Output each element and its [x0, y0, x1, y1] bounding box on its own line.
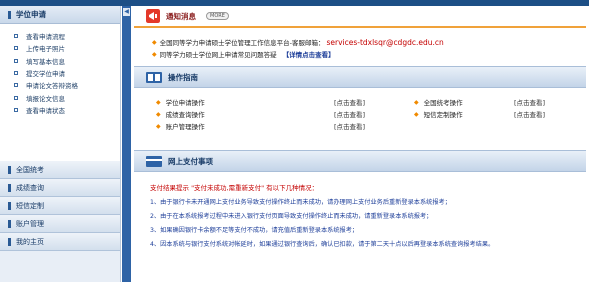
sidebar-subitem[interactable]: 填报论文信息: [0, 91, 120, 103]
bullet-icon: ◆: [156, 98, 161, 106]
guide-item-label: 全国统考操作: [423, 99, 463, 107]
square-bullet-icon: [14, 46, 18, 51]
view-link[interactable]: [点击查看]: [334, 121, 414, 131]
notice-title: 通知消息: [166, 11, 196, 21]
view-link[interactable]: [点击查看]: [334, 97, 414, 107]
bullet-icon: ◆: [156, 122, 161, 130]
sidebar-splitter[interactable]: ◀: [122, 6, 131, 282]
sidebar-subitem[interactable]: 查看申请流程: [0, 30, 120, 42]
sidebar: 学位申请 查看申请流程 上传电子照片 填写基本信息 提交学位申请 申请论文答辩资…: [0, 6, 121, 282]
view-link[interactable]: [点击查看]: [334, 109, 414, 119]
notice-text: 全国同等学力申请硕士学位管理工作信息平台-客服邮箱：: [159, 39, 325, 47]
bar-icon: [8, 165, 11, 174]
payment-section-header: 网上支付事项: [134, 150, 586, 172]
megaphone-icon: [146, 9, 160, 23]
sidebar-item-national-exam[interactable]: 全国统考: [0, 161, 120, 179]
card-icon: [146, 155, 162, 167]
payment-warning: 支付结果提示 "支付未成功,需重新支付" 有以下几种情况：: [150, 184, 319, 192]
bullet-icon: ◆: [414, 110, 419, 118]
bar-icon: [8, 201, 11, 210]
guide-list: ◆ 学位申请操作 [点击查看] ◆ 全国统考操作 [点击查看] ◆ 成绩查询操作 [点…: [134, 88, 586, 150]
sidebar-submenu: 查看申请流程 上传电子照片 填写基本信息 提交学位申请 申请论文答辩资格 填报论…: [0, 24, 120, 161]
sidebar-item-score-query[interactable]: 成绩查询: [0, 179, 120, 197]
sidebar-subitem[interactable]: 提交学位申请: [0, 67, 120, 79]
square-bullet-icon: [14, 58, 18, 63]
bar-icon: [8, 237, 11, 246]
sidebar-subitem-label: 申请论文答辩资格: [26, 82, 78, 91]
sidebar-subitem[interactable]: 上传电子照片: [0, 42, 120, 54]
bullet-icon: ◆: [156, 110, 161, 118]
sidebar-item-label: 全国统考: [16, 165, 44, 174]
more-button[interactable]: MORE: [206, 12, 229, 20]
sidebar-subitem-label: 提交学位申请: [26, 70, 65, 79]
guide-item-label: 成绩查询操作: [165, 111, 205, 119]
guide-item: ◆ 全国统考操作: [414, 97, 514, 108]
sidebar-item-account[interactable]: 账户管理: [0, 215, 120, 233]
sidebar-subitem-label: 查看申请状态: [26, 106, 65, 115]
payment-content: 支付结果提示 "支付未成功,需重新支付" 有以下几种情况： 1、由于银行卡未开通…: [134, 172, 586, 250]
square-bullet-icon: [14, 34, 18, 39]
guide-item: ◆ 学位申请操作: [156, 97, 334, 108]
sidebar-subitem[interactable]: 申请论文答辩资格: [0, 79, 120, 91]
faq-details-link[interactable]: 【详情点击查看】: [283, 49, 335, 59]
sidebar-item-label: 成绩查询: [16, 183, 44, 192]
guide-item-label: 账户管理操作: [165, 123, 205, 131]
guide-row: ◆ 账户管理操作 [点击查看]: [156, 120, 586, 132]
square-bullet-icon: [14, 107, 18, 112]
guide-item-label: 学位申请操作: [165, 99, 205, 107]
payment-item: 2、由于在本系统报考过程中未进入银行支付页面导致支付操作终止而未成功，请重新登录…: [150, 212, 433, 220]
guide-item: ◆ 成绩查询操作: [156, 109, 334, 120]
sidebar-subitem[interactable]: 查看申请状态: [0, 104, 120, 116]
sidebar-item-label: 账户管理: [16, 219, 44, 228]
payment-item: 4、因本系统与银行支付系统对帐延时，如果通过银行查询后，确认已扣款，请于第二天十…: [150, 240, 495, 248]
guide-item-label: 短信定制操作: [423, 111, 463, 119]
collapse-arrow-icon[interactable]: ◀: [123, 8, 130, 16]
sidebar-item-label: 短信定制: [16, 201, 44, 210]
sidebar-subitem-label: 填写基本信息: [26, 57, 65, 66]
view-link[interactable]: [点击查看]: [514, 97, 545, 107]
payment-title: 网上支付事项: [168, 156, 213, 166]
notice-content: ◆ 全国同等学力申请硕士学位管理工作信息平台-客服邮箱： services-td…: [134, 28, 586, 66]
payment-item: 1、由于银行卡未开通网上支付业务导致支付操作终止而未成功，请办理网上支付业务后重…: [150, 198, 451, 206]
notice-section-header: 通知消息 MORE: [134, 6, 586, 28]
sidebar-subitem[interactable]: 填写基本信息: [0, 55, 120, 67]
notice-line: ◆ 全国同等学力申请硕士学位管理工作信息平台-客服邮箱： services-td…: [152, 36, 586, 48]
sidebar-item-homepage[interactable]: 我的主页: [0, 233, 120, 251]
bullet-icon: ◆: [152, 50, 157, 58]
sidebar-item-sms[interactable]: 短信定制: [0, 197, 120, 215]
square-bullet-icon: [14, 71, 18, 76]
square-bullet-icon: [14, 95, 18, 100]
sidebar-subitem-label: 查看申请流程: [26, 33, 65, 42]
bar-icon: [8, 219, 11, 228]
bar-icon: [8, 183, 11, 192]
guide-row: ◆ 成绩查询操作 [点击查看] ◆ 短信定制操作 [点击查看]: [156, 108, 586, 120]
guide-title: 操作指南: [168, 72, 198, 82]
bullet-icon: ◆: [152, 38, 157, 46]
sidebar-header-label: 学位申请: [16, 10, 46, 19]
book-icon: [146, 71, 162, 83]
sidebar-subitem-label: 上传电子照片: [26, 45, 65, 54]
square-bullet-icon: [14, 83, 18, 88]
payment-item: 3、如果确因银行卡余额不足等支付不成功，请充值后重新登录本系统报考；: [150, 226, 359, 234]
main-content: 通知消息 MORE ◆ 全国同等学力申请硕士学位管理工作信息平台-客服邮箱： s…: [134, 6, 586, 282]
sidebar-header-degree-application[interactable]: 学位申请: [0, 6, 120, 24]
bar-icon: [8, 10, 11, 19]
view-link[interactable]: [点击查看]: [514, 109, 545, 119]
guide-item: ◆ 账户管理操作: [156, 121, 334, 132]
guide-section-header: 操作指南: [134, 66, 586, 88]
guide-item: ◆ 短信定制操作: [414, 109, 514, 120]
bullet-icon: ◆: [414, 98, 419, 106]
guide-row: ◆ 学位申请操作 [点击查看] ◆ 全国统考操作 [点击查看]: [156, 96, 586, 108]
support-email-link[interactable]: services-tdxlsqr@cdgdc.edu.cn: [326, 38, 443, 47]
notice-line: ◆ 同等学力硕士学位网上申请常见问题答疑 【详情点击查看】: [152, 48, 586, 60]
sidebar-item-label: 我的主页: [16, 237, 44, 246]
notice-text: 同等学力硕士学位网上申请常见问题答疑: [159, 51, 277, 59]
sidebar-subitem-label: 填报论文信息: [26, 94, 65, 103]
